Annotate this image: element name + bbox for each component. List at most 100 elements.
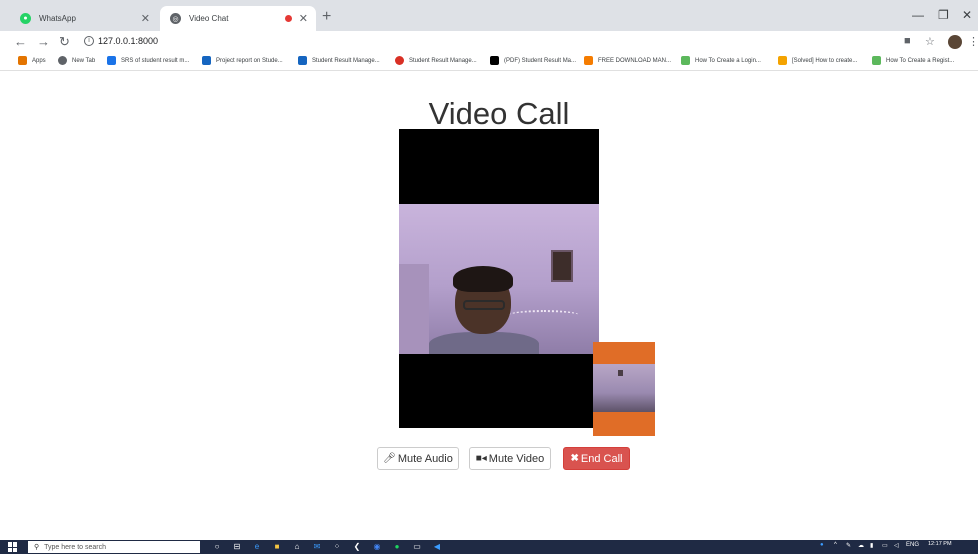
mail-icon[interactable]: ✉ [312,542,322,552]
browser-tab-strip: ● WhatsApp ✕ ◎ Video Chat ✕ + — ❐ ✕ [0,0,978,31]
vscode-icon[interactable]: ◀ [432,542,442,552]
bookmark-pdf[interactable]: (PDF) Student Result Ma... [490,56,576,65]
star-icon[interactable]: ☆ [925,35,935,48]
back-icon[interactable]: ← [14,34,27,49]
arrow-app-icon[interactable]: ❮ [352,542,362,552]
bookmark-solved[interactable]: [Solved] How to create... [778,56,857,65]
wall-picture [551,250,573,282]
volume-icon[interactable]: ◁ [894,542,899,549]
edge-icon[interactable]: e [252,542,262,552]
bookmark-label: New Tab [72,57,96,64]
pen-icon[interactable]: ✎ [846,542,851,549]
clock[interactable]: 12:17 PM [928,541,952,547]
tab-title: Video Chat [189,14,229,23]
chrome-icon[interactable]: ◉ [372,542,382,552]
bookmark-srs[interactable]: SRS of student result m... [107,56,189,65]
language-indicator[interactable]: ENG [906,542,919,548]
local-video [593,342,655,436]
battery-icon[interactable]: ▮ [870,542,873,549]
cortana-icon[interactable]: ○ [212,542,222,552]
tab-title: WhatsApp [39,14,76,23]
bookmark-free-download[interactable]: FREE DOWNLOAD MAN... [584,56,671,65]
spotify-icon[interactable]: ● [392,542,402,552]
bookmark-label: (PDF) Student Result Ma... [504,57,577,64]
tab-video-chat[interactable]: ◎ Video Chat ✕ [160,6,316,31]
end-call-label: End Call [580,452,623,465]
menu-icon[interactable]: ⋮ [968,35,978,48]
search-placeholder: Type here to search [44,543,107,551]
square-icon [872,56,881,65]
bookmark-label: Apps [32,57,46,64]
tray-chevron-icon[interactable]: ^ [834,542,837,548]
p-icon [202,56,211,65]
tab-whatsapp[interactable]: ● WhatsApp ✕ [8,6,158,31]
close-icon: ✖ [570,453,579,464]
apps-icon[interactable]: ⁘ [332,542,342,552]
windows-start-icon[interactable] [8,542,18,552]
bookmark-new-tab[interactable]: New Tab [58,56,95,65]
window-close-icon[interactable]: ✕ [962,8,972,22]
recording-indicator-icon [285,15,292,22]
avatar[interactable] [948,35,962,49]
mute-video-button[interactable]: ■◂ Mute Video [469,447,551,470]
bookmark-label: Student Result Manage... [409,57,477,64]
square-icon [584,56,593,65]
terminal-icon[interactable]: ▭ [412,542,422,552]
bookmark-student-result-1[interactable]: Student Result Manage... [298,56,380,65]
remote-video [399,129,599,428]
apps-grid-icon [18,56,27,65]
file-explorer-icon[interactable]: ■ [272,542,282,552]
task-view-icon[interactable]: ⊟ [232,542,242,552]
square-icon [778,56,787,65]
microphone-slash-icon: 🎤︎ [383,453,396,464]
mute-audio-label: Mute Audio [397,452,453,465]
a-icon [490,56,499,65]
display-icon[interactable]: ▭ [882,542,888,549]
info-icon[interactable]: i [84,36,94,46]
search-icon: ⚲ [34,544,40,551]
bookmark-create-register[interactable]: How To Create a Regist... [872,56,954,65]
mute-video-label: Mute Video [488,452,545,465]
taskbar-search-input[interactable]: ⚲ Type here to search [28,541,200,553]
bookmark-apps[interactable]: Apps [18,56,46,65]
close-tab-icon[interactable]: ✕ [299,12,308,25]
bookmark-label: SRS of student result m... [121,57,190,64]
network-icon[interactable]: ● [820,542,824,548]
wall-picture [618,370,623,376]
store-icon[interactable]: ⌂ [292,542,302,552]
reload-icon[interactable]: ↻ [59,34,70,50]
taskbar: ⚲ Type here to search ○ ⊟ e ■ ⌂ ✉ ⁘ ❮ ◉ … [0,540,978,554]
end-call-button[interactable]: ✖ End Call [563,447,630,470]
glasses [463,300,505,310]
square-icon [681,56,690,65]
graduation-icon [107,56,116,65]
person-hair [453,266,513,292]
remote-video-frame [399,204,599,354]
video-camera-icon: ■◂ [475,453,487,464]
camera-icon[interactable]: ■ [904,35,911,47]
whatsapp-icon: ● [20,13,31,24]
bookmark-student-result-2[interactable]: Student Result Manage... [395,56,477,65]
p-icon [298,56,307,65]
local-video-frame [593,364,655,412]
minimize-icon[interactable]: — [912,8,924,22]
address-bar-row: ← → ↻ i 127.0.0.1:8000 ■ ☆ ⋮ [0,31,978,53]
globe-icon [58,56,67,65]
bookmark-project-report[interactable]: Project report on Stude... [202,56,283,65]
globe-icon: ◎ [170,13,181,24]
string-lights [509,310,579,320]
new-tab-icon[interactable]: + [322,8,331,26]
page-title: Video Call [428,96,570,131]
mute-audio-button[interactable]: 🎤︎ Mute Audio [377,447,459,470]
bookmark-label: FREE DOWNLOAD MAN... [598,57,672,64]
address-input[interactable]: 127.0.0.1:8000 [98,36,158,46]
bookmarks-bar: Apps New Tab SRS of student result m... … [0,53,978,71]
cloud-icon[interactable]: ☁ [858,542,864,549]
close-tab-icon[interactable]: ✕ [141,12,150,25]
bookmark-create-login[interactable]: How To Create a Login... [681,56,761,65]
bookmark-label: [Solved] How to create... [792,57,858,64]
forward-icon[interactable]: → [37,34,50,49]
restore-icon[interactable]: ❐ [938,8,949,22]
bookmark-label: Student Result Manage... [312,57,380,64]
bookmark-label: How To Create a Login... [695,57,761,64]
